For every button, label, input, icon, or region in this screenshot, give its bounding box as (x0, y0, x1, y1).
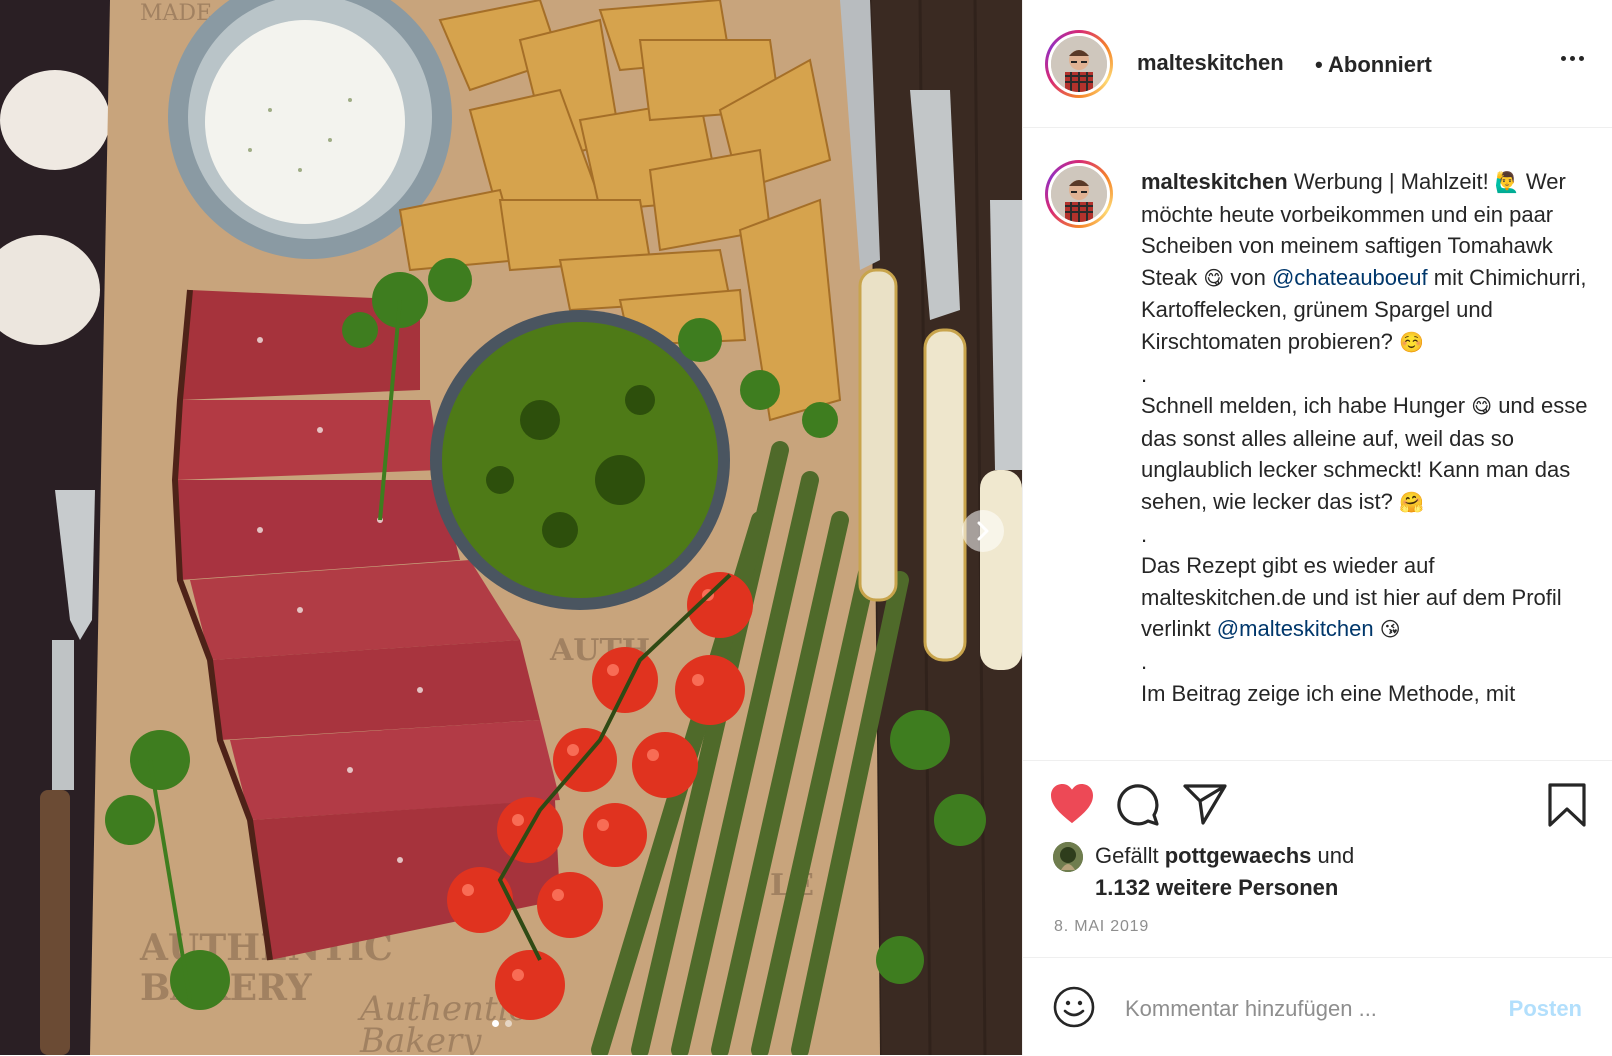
emoji-hug: 🤗 (1399, 489, 1424, 514)
post-comment-button[interactable]: Posten (1509, 996, 1582, 1022)
emoji-smile: ☺️ (1399, 329, 1424, 354)
mention-link-malteskitchen[interactable]: @malteskitchen (1217, 616, 1374, 641)
comment-icon (1117, 784, 1159, 826)
liker-avatar[interactable] (1053, 842, 1083, 872)
author-username[interactable]: malteskitchen (1137, 50, 1284, 76)
chevron-right-icon (977, 521, 989, 541)
post-header: malteskitchen • Abonniert (1023, 0, 1612, 128)
carousel-indicator (492, 1020, 512, 1027)
avatar-plant-icon (1053, 842, 1083, 872)
follow-status-label: Abonniert (1328, 52, 1432, 77)
follow-status[interactable]: • Abonniert (1315, 52, 1432, 78)
avatar-portrait-icon (1051, 36, 1107, 92)
caption-username[interactable]: malteskitchen (1141, 169, 1288, 194)
likes-line: Gefällt pottgewaechs und (1095, 840, 1354, 872)
caption-dot: . (1141, 361, 1148, 387)
comment-input[interactable] (1123, 988, 1477, 1030)
post-date[interactable]: 8. MAI 2019 (1054, 918, 1149, 936)
post-photo[interactable]: MADE AUTHENTIC BAKERY AUTH LE Authentic … (0, 0, 1022, 1055)
caption-paragraph: malteskitchen Werbung | Mahlzeit! 🙋‍♂️ W… (1141, 166, 1591, 359)
emoji-kiss: 😘 (1379, 617, 1401, 642)
caption-paragraph-cut: Im Beitrag zeige ich eine Methode, mit (1141, 680, 1516, 706)
share-button[interactable] (1183, 783, 1227, 830)
post-side-panel: malteskitchen • Abonniert malteskitchen … (1022, 0, 1612, 1055)
caption-paragraph: Das Rezept gibt es wieder auf malteskitc… (1141, 550, 1591, 646)
comment-composer: Posten (1023, 957, 1612, 1056)
caption-text: Schnell melden, ich habe Hunger (1141, 393, 1472, 419)
save-button[interactable] (1547, 783, 1587, 832)
mention-link-chateauboeuf[interactable]: @chateauboeuf (1272, 265, 1428, 290)
caption-text: Werbung | Mahlzeit! (1293, 169, 1495, 194)
liker-username[interactable]: pottgewaechs (1165, 843, 1312, 868)
post-caption: malteskitchen Werbung | Mahlzeit! 🙋‍♂️ W… (1141, 166, 1591, 709)
carousel-dot (505, 1020, 512, 1027)
avatar-portrait-icon (1051, 166, 1107, 222)
emoji-raising-hand: 🙋‍♂️ (1494, 170, 1520, 194)
likes-prefix: Gefällt (1095, 843, 1165, 868)
follow-separator: • (1315, 52, 1323, 77)
caption-dot: . (1141, 521, 1148, 547)
likes-conjunction: und (1311, 843, 1355, 868)
carousel-dot-active (492, 1020, 499, 1027)
more-dots-icon (1561, 56, 1566, 61)
emoji-picker-button[interactable] (1053, 986, 1095, 1033)
more-options-button[interactable] (1561, 56, 1584, 61)
emoji-yum: 😋 (1203, 265, 1225, 290)
author-avatar[interactable] (1045, 30, 1113, 98)
caption-author-avatar[interactable] (1045, 160, 1113, 228)
like-button[interactable] (1049, 783, 1095, 830)
emoji-yum: 😋 (1471, 394, 1493, 419)
food-photo-illustration: MADE AUTHENTIC BAKERY AUTH LE Authentic … (0, 0, 1022, 1055)
caption-text: von (1224, 264, 1272, 290)
paper-plane-icon (1183, 784, 1227, 825)
bookmark-icon (1548, 783, 1586, 827)
caption-dot: . (1141, 648, 1148, 674)
carousel-next-button[interactable] (962, 510, 1004, 552)
svg-text:MADE: MADE (140, 1, 212, 26)
svg-text:Bakery: Bakery (359, 1021, 482, 1055)
caption-section: malteskitchen Werbung | Mahlzeit! 🙋‍♂️ W… (1023, 128, 1612, 758)
smiley-icon (1053, 986, 1095, 1028)
likes-count[interactable]: 1.132 weitere Personen (1095, 872, 1338, 904)
heart-filled-icon (1051, 783, 1093, 824)
comment-button[interactable] (1116, 783, 1160, 832)
caption-paragraph: Schnell melden, ich habe Hunger 😋 und es… (1141, 390, 1591, 518)
action-bar (1023, 760, 1612, 831)
